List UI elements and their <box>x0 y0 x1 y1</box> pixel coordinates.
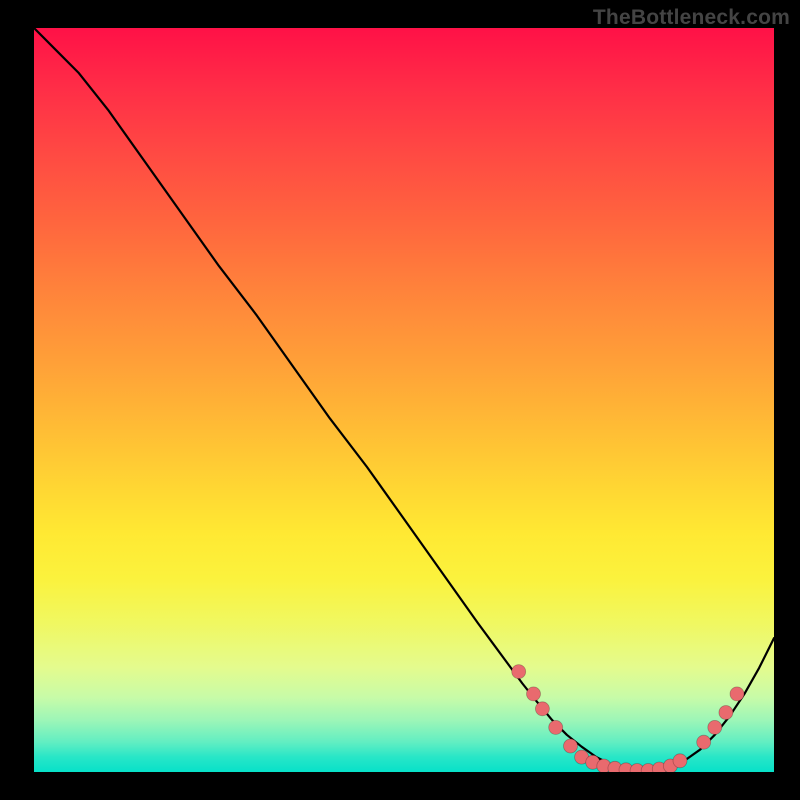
bottleneck-curve <box>34 28 774 771</box>
data-marker <box>719 706 733 720</box>
data-marker <box>564 739 578 753</box>
watermark-text: TheBottleneck.com <box>593 6 790 30</box>
data-marker <box>697 735 711 749</box>
data-marker <box>512 665 526 679</box>
plot-area <box>34 28 774 772</box>
chart-svg <box>34 28 774 772</box>
chart-stage: TheBottleneck.com <box>0 0 800 800</box>
data-marker <box>730 687 744 701</box>
data-marker <box>549 720 563 734</box>
data-marker <box>527 687 541 701</box>
data-marker <box>708 720 722 734</box>
data-marker <box>673 754 687 768</box>
marker-group <box>512 665 744 772</box>
data-marker <box>535 702 549 716</box>
